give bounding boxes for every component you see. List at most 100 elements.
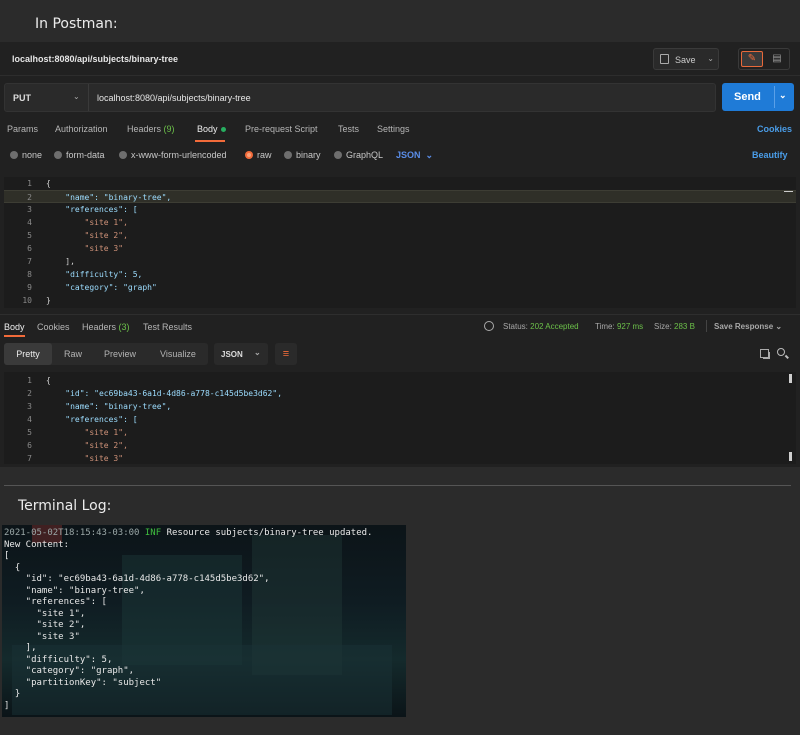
line-number: 7 — [27, 257, 32, 266]
code-line: "site 2", — [46, 441, 128, 450]
line-number: 4 — [27, 218, 32, 227]
tab-params[interactable]: Params — [7, 124, 38, 134]
body-format-label: JSON — [396, 150, 421, 160]
send-divider — [774, 86, 775, 108]
url-bar: PUT ⌄ localhost:8080/api/subjects/binary… — [4, 83, 716, 112]
tab-pre-request-script[interactable]: Pre-request Script — [245, 124, 318, 134]
line-number: 9 — [27, 283, 32, 292]
line-number: 8 — [27, 270, 32, 279]
line-number: 7 — [27, 454, 32, 463]
code-line: { — [46, 179, 51, 188]
response-tab-headers[interactable]: Headers (3) — [82, 322, 130, 332]
radio-form-data[interactable]: form-data — [54, 150, 105, 160]
response-headers-label: Headers — [82, 322, 117, 332]
body-format-select[interactable]: JSON ⌄ — [396, 150, 433, 161]
response-format-select[interactable]: JSON ⌄ — [214, 343, 268, 365]
status-label: Status: — [503, 322, 528, 331]
log-line: "site 1", — [4, 608, 86, 619]
response-body-viewer[interactable]: 1 { 2 "id": "ec69ba43-6a1d-4d86-a778-c145… — [4, 372, 796, 464]
save-response-label: Save Response — [714, 322, 774, 331]
terminal-log: 2021-05-02T18:15:43-03:00 INF Resource s… — [2, 525, 406, 717]
chevron-down-icon: ⌄ — [425, 150, 434, 160]
documentation-icon[interactable]: ▤ — [767, 51, 787, 67]
view-raw[interactable]: Raw — [64, 343, 82, 365]
code-line: "site 3" — [46, 454, 124, 463]
log-line: New Content: — [4, 539, 70, 550]
save-button[interactable]: Save ⌄ — [653, 48, 719, 70]
tab-headers[interactable]: Headers (9) — [127, 124, 175, 134]
size-value: 283 B — [674, 322, 695, 331]
response-time: Time: 927 ms — [595, 322, 643, 331]
chevron-down-icon[interactable]: ⌄ — [707, 54, 714, 63]
radio-none[interactable]: none — [10, 150, 42, 160]
log-line: { — [4, 562, 21, 573]
code-line: "site 1", — [46, 218, 128, 227]
send-button[interactable]: Send ⌄ — [722, 83, 794, 111]
code-line: { — [46, 376, 51, 385]
log-line: ] — [4, 700, 10, 711]
response-tabs: Body Cookies Headers (3) Test Results St… — [0, 314, 800, 337]
view-preview[interactable]: Preview — [104, 343, 136, 365]
method-select[interactable]: PUT ⌄ — [5, 84, 89, 111]
response-scrollbar-up[interactable] — [789, 374, 792, 383]
status-divider — [706, 320, 707, 332]
tab-authorization[interactable]: Authorization — [55, 124, 108, 134]
code-line: "references": [ — [46, 415, 138, 424]
line-number: 5 — [27, 231, 32, 240]
beautify-link[interactable]: Beautify — [752, 150, 788, 160]
request-titlebar: localhost:8080/api/subjects/binary-tree … — [0, 42, 800, 76]
url-input[interactable]: localhost:8080/api/subjects/binary-tree — [97, 93, 251, 103]
radio-x-www-form-urlencoded[interactable]: x-www-form-urlencoded — [119, 150, 227, 160]
radio-binary-label: binary — [296, 150, 321, 160]
tab-settings[interactable]: Settings — [377, 124, 410, 134]
globe-icon[interactable] — [484, 321, 494, 331]
send-label: Send — [734, 91, 761, 103]
response-tab-body[interactable]: Body — [4, 322, 25, 337]
body-indicator-dot — [220, 127, 226, 133]
code-line: "site 1", — [46, 428, 128, 437]
radio-graphql[interactable]: GraphQL — [334, 150, 383, 160]
line-number: 1 — [27, 376, 32, 385]
edit-pencil-icon[interactable]: ✎ — [741, 51, 763, 67]
log-line: "id": "ec69ba43-6a1d-4d86-a778-c145d5be3… — [4, 574, 270, 584]
response-format-bar: Pretty Raw Preview Visualize JSON ⌄ ≡ — [0, 342, 800, 366]
radio-raw[interactable]: raw — [245, 150, 272, 160]
postman-heading: In Postman: — [35, 16, 118, 32]
response-tab-test-results[interactable]: Test Results — [143, 322, 192, 332]
cookies-link[interactable]: Cookies — [757, 124, 792, 134]
save-response-button[interactable]: Save Response ⌄ — [714, 322, 782, 331]
tab-tests[interactable]: Tests — [338, 124, 359, 134]
response-headers-count: (3) — [118, 322, 130, 332]
code-line: "references": [ — [46, 205, 138, 214]
wrap-lines-icon[interactable]: ≡ — [275, 343, 297, 365]
line-number: 5 — [27, 428, 32, 437]
request-tabs: Params Authorization Headers (9) Body Pr… — [0, 120, 800, 144]
line-number: 3 — [27, 402, 32, 411]
log-line: [ — [4, 551, 10, 561]
time-value: 927 ms — [616, 322, 644, 331]
view-pretty[interactable]: Pretty — [4, 343, 52, 365]
code-line: "difficulty": 5, — [46, 270, 143, 279]
line-number: 6 — [27, 441, 32, 450]
active-tab-underline — [195, 140, 225, 142]
code-line: "id": "ec69ba43-6a1d-4d86-a778-c145d5be3… — [46, 389, 283, 398]
size-label: Size: — [654, 322, 672, 331]
section-divider — [4, 485, 791, 486]
request-body-editor[interactable]: 1{ 2 "name": "binary-tree", 3 "reference… — [4, 177, 796, 308]
chevron-down-icon[interactable]: ⌄ — [779, 90, 787, 101]
view-visualize[interactable]: Visualize — [160, 343, 196, 365]
search-icon[interactable] — [777, 348, 785, 356]
code-line: "category": "graph" — [46, 283, 157, 292]
response-scrollbar-down[interactable] — [789, 452, 792, 461]
radio-graphql-label: GraphQL — [346, 150, 384, 160]
code-line: "name": "binary-tree", — [46, 402, 172, 411]
log-line: "site 2", — [4, 620, 86, 630]
log-header-line: 2021-05-02T18:15:43-03:00 INF Resource s… — [4, 528, 372, 540]
editor-scroll-marker — [784, 191, 793, 192]
body-type-options: none form-data x-www-form-urlencoded raw… — [0, 146, 800, 164]
response-tab-cookies[interactable]: Cookies — [37, 322, 70, 332]
line-number: 2 — [27, 389, 32, 398]
radio-binary[interactable]: binary — [284, 150, 321, 160]
copy-icon[interactable] — [760, 349, 769, 358]
tab-body[interactable]: Body — [197, 124, 226, 134]
